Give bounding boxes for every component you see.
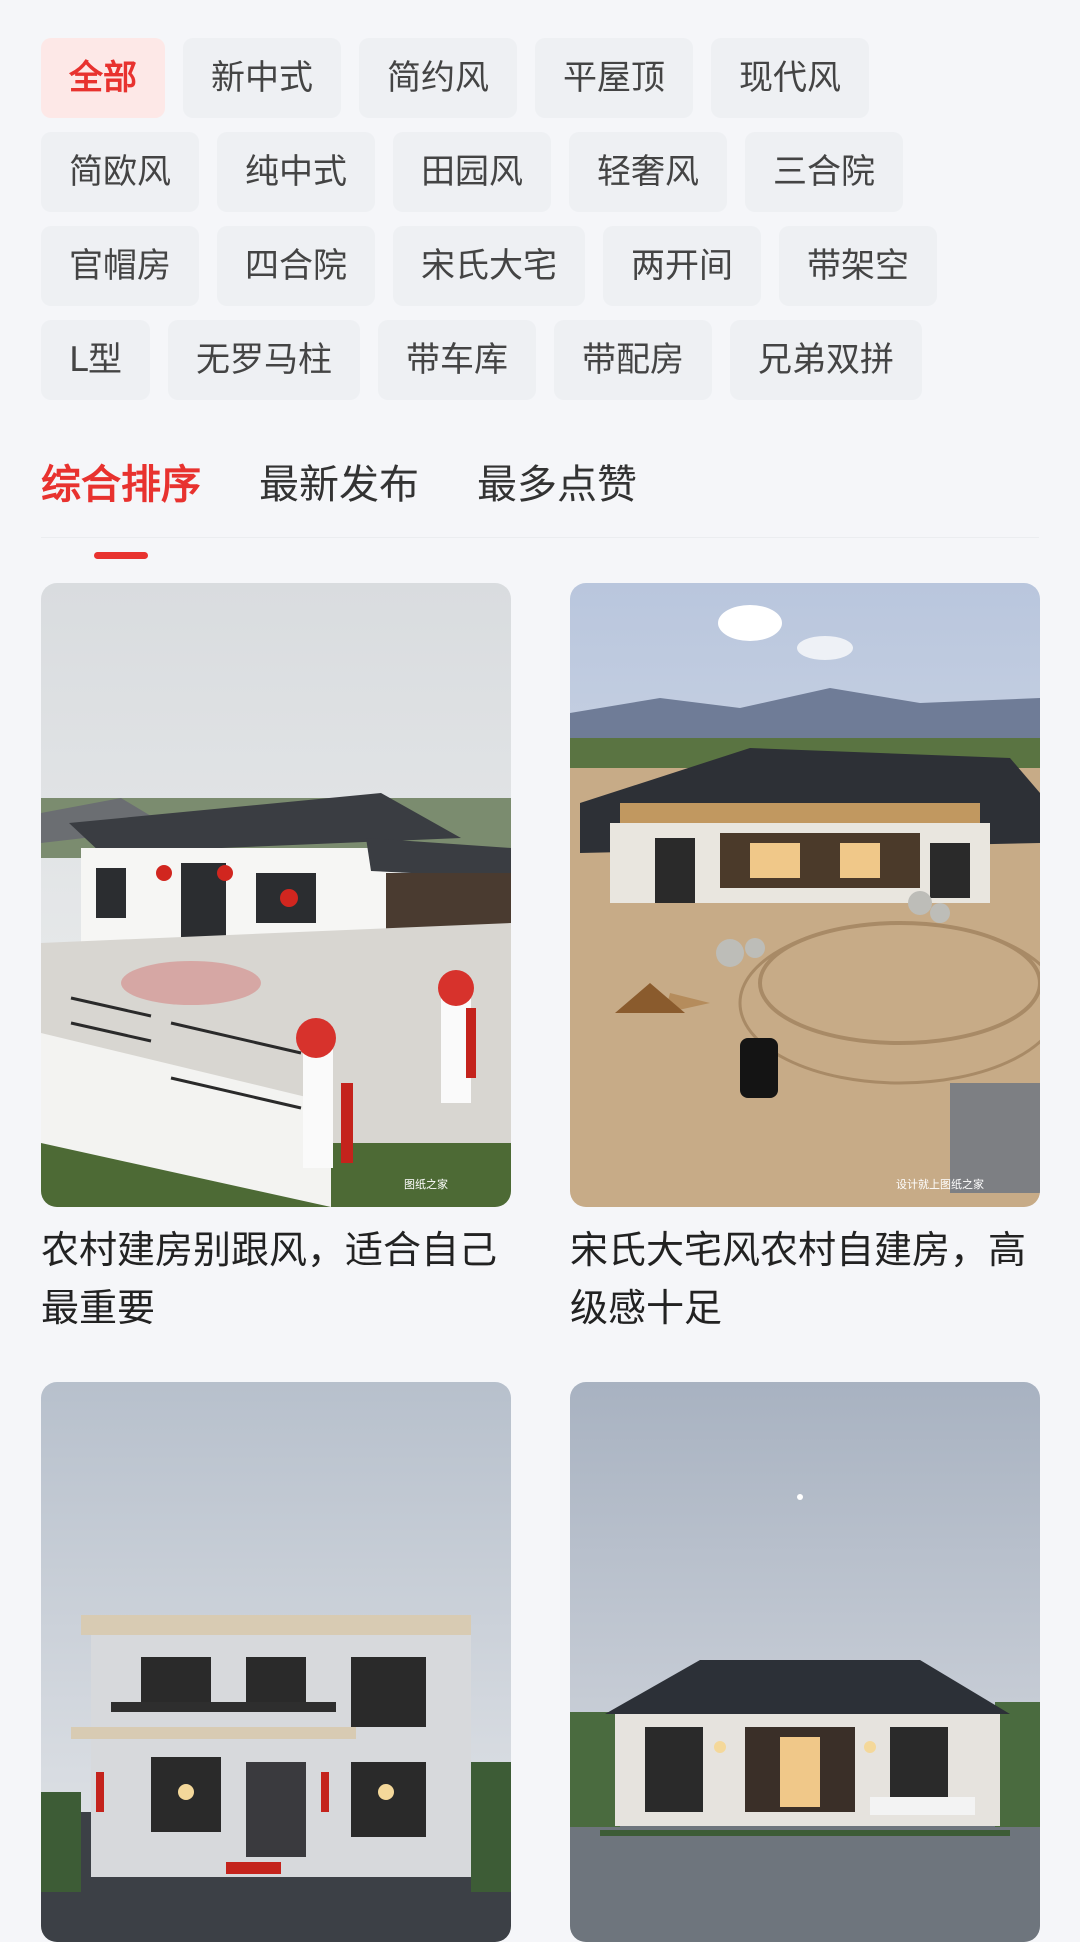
chip-minimal[interactable]: 简约风 — [359, 38, 517, 118]
chip-modern[interactable]: 现代风 — [711, 38, 869, 118]
tab-latest[interactable]: 最新发布 — [259, 455, 419, 515]
chip-pastoral[interactable]: 田园风 — [393, 132, 551, 212]
chip-new-chinese[interactable]: 新中式 — [183, 38, 341, 118]
sort-tabs: 综合排序 最新发布 最多点赞 — [41, 455, 637, 515]
chip-no-roman-columns[interactable]: 无罗马柱 — [167, 320, 360, 400]
house-card[interactable] — [570, 1382, 1040, 1942]
chip-row: 全部 新中式 简约风 平屋顶 现代风 — [41, 38, 1041, 118]
photo-watermark: 图纸之家 — [404, 1177, 448, 1191]
chip-row: 简欧风 纯中式 田园风 轻奢风 三合院 — [41, 132, 1041, 212]
photo-watermark: 设计就上图纸之家 — [896, 1177, 984, 1191]
house-image: 设计就上图纸之家 — [570, 583, 1040, 1207]
card-title[interactable]: 宋氏大宅风农村自建房，高级感十足 — [570, 1221, 1040, 1337]
house-photo[interactable] — [570, 1382, 1040, 1942]
house-photo[interactable]: 图纸之家 — [41, 583, 511, 1207]
chip-official-hat[interactable]: 官帽房 — [41, 226, 199, 306]
house-photo[interactable] — [41, 1382, 511, 1942]
house-card[interactable]: 设计就上图纸之家 宋氏大宅风农村自建房，高级感十足 — [570, 583, 1040, 1337]
chip-row: 官帽房 四合院 宋氏大宅 两开间 带架空 — [41, 226, 1041, 306]
card-title[interactable]: 农村建房别跟风，适合自己最重要 — [41, 1221, 511, 1337]
style-filter-chips: 全部 新中式 简约风 平屋顶 现代风 简欧风 纯中式 田园风 轻奢风 三合院 官… — [41, 38, 1041, 414]
chip-with-garage[interactable]: 带车库 — [377, 320, 536, 400]
chip-simple-european[interactable]: 简欧风 — [41, 132, 199, 212]
house-card[interactable]: 图纸之家 农村建房别跟风，适合自己最重要 — [41, 583, 511, 1337]
chip-all[interactable]: 全部 — [41, 38, 165, 118]
chip-siheyuan[interactable]: 四合院 — [217, 226, 375, 306]
chip-pure-chinese[interactable]: 纯中式 — [217, 132, 375, 212]
chip-stilted[interactable]: 带架空 — [779, 226, 937, 306]
tab-most-liked[interactable]: 最多点赞 — [477, 455, 637, 515]
chip-with-annex[interactable]: 带配房 — [553, 320, 712, 400]
house-image — [570, 1382, 1040, 1942]
chip-l-shape[interactable]: L型 — [41, 320, 150, 400]
house-image — [41, 1382, 511, 1942]
chip-light-luxury[interactable]: 轻奢风 — [569, 132, 727, 212]
chip-song-mansion[interactable]: 宋氏大宅 — [393, 226, 585, 306]
tab-comprehensive-sort[interactable]: 综合排序 — [41, 455, 201, 515]
house-card[interactable] — [41, 1382, 511, 1942]
house-photo[interactable]: 设计就上图纸之家 — [570, 583, 1040, 1207]
house-image: 图纸之家 — [41, 583, 511, 1207]
chip-three-courtyard[interactable]: 三合院 — [745, 132, 903, 212]
chip-flat-roof[interactable]: 平屋顶 — [535, 38, 693, 118]
tab-divider — [41, 537, 1039, 538]
chip-twin-semi-detached[interactable]: 兄弟双拼 — [729, 320, 922, 400]
chip-row: L型 无罗马柱 带车库 带配房 兄弟双拼 — [41, 320, 1041, 400]
chip-two-bay[interactable]: 两开间 — [603, 226, 761, 306]
